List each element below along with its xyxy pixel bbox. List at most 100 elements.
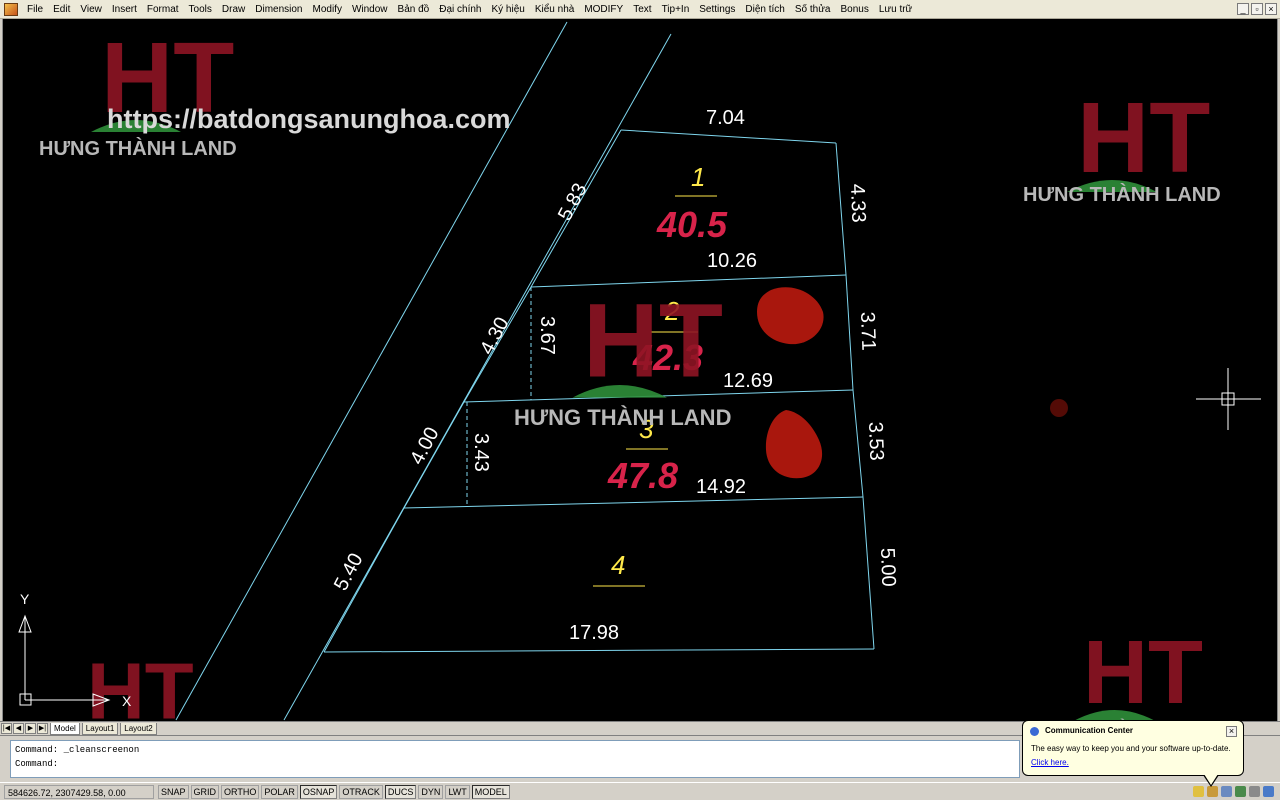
ucs-y-label: Y: [20, 591, 30, 607]
logo-letters: HT: [87, 647, 194, 721]
dim-div-2-3: 12.69: [723, 370, 773, 392]
window-controls: _ ▫ ×: [1237, 3, 1280, 15]
communication-center-balloon: Communication Center × The easy way to k…: [1022, 720, 1244, 787]
menu-item-15[interactable]: Text: [628, 0, 656, 19]
mode-polar-button[interactable]: POLAR: [261, 784, 298, 799]
command-history-line: Command: _cleanscreenon: [15, 745, 140, 755]
dim-right-1: 4.33: [846, 183, 869, 223]
menu-item-20[interactable]: Bonus: [835, 0, 873, 19]
tray-settings-icon[interactable]: [1221, 786, 1232, 797]
menu-item-5[interactable]: Tools: [184, 0, 217, 19]
clean-screen-icon[interactable]: [1235, 786, 1246, 797]
lot-bottom-line: [323, 648, 875, 653]
brand-watermark-topleft: HƯNG THÀNH LAND: [39, 137, 237, 160]
command-prompt-label: Command:: [15, 759, 59, 769]
menu-item-19[interactable]: Số thửa: [790, 0, 836, 19]
status-bar: 584626.72, 2307429.58, 0.00 SNAP GRID ORTH…: [0, 782, 1280, 800]
menu-item-21[interactable]: Lưu trữ: [874, 0, 917, 19]
drawing-canvas[interactable]: 7.04 10.26 12.69 14.92 17.98 5.83 4.30 4…: [2, 19, 1278, 721]
dim-top: 7.04: [706, 107, 745, 129]
lot-top-line: [620, 129, 837, 144]
menu-item-6[interactable]: Draw: [217, 0, 250, 19]
command-box[interactable]: Command: _cleanscreenon Command:: [10, 740, 1020, 778]
logo-watermark-center: HT: [572, 283, 723, 400]
menu-item-8[interactable]: Modify: [308, 0, 347, 19]
tab-layout1[interactable]: Layout1: [81, 722, 119, 735]
ucs-x-label: X: [122, 693, 132, 709]
tab-layout2[interactable]: Layout2: [120, 722, 157, 735]
menu-item-14[interactable]: MODIFY: [579, 0, 628, 19]
lock-icon[interactable]: [1207, 786, 1218, 797]
menu-item-13[interactable]: Kiểu nhà: [530, 0, 579, 19]
menu-item-17[interactable]: Settings: [694, 0, 740, 19]
drafting-mode-buttons: SNAP GRID ORTHO POLAR OSNAP OTRACK DUCS DYN LWT M…: [158, 784, 512, 799]
menu-bar: File Edit View Insert Format Tools Draw Dimensi…: [0, 0, 1280, 19]
menu-item-18[interactable]: Diện tích: [740, 0, 789, 19]
mode-ortho-button[interactable]: ORTHO: [221, 784, 260, 799]
mode-ducs-button[interactable]: DUCS: [384, 784, 417, 799]
balloon-link[interactable]: Click here.: [1031, 758, 1235, 768]
command-input[interactable]: [62, 759, 863, 769]
menu-item-1[interactable]: Edit: [48, 0, 75, 19]
mode-dyn-button[interactable]: DYN: [418, 784, 444, 799]
prev-tab-arrow-icon[interactable]: ◀: [13, 723, 24, 734]
coordinate-readout[interactable]: 584626.72, 2307429.58, 0.00: [4, 784, 154, 799]
menu-item-3[interactable]: Insert: [107, 0, 142, 19]
last-tab-arrow-icon[interactable]: ▶|: [37, 723, 48, 734]
mode-osnap-button[interactable]: OSNAP: [299, 784, 338, 799]
mode-otrack-button[interactable]: OTRACK: [339, 784, 383, 799]
autocad-app-icon[interactable]: [4, 2, 18, 16]
menu-item-4[interactable]: Format: [142, 0, 184, 19]
clean-screen-toggle-icon[interactable]: [1263, 786, 1274, 797]
dim-div-3-4: 14.92: [696, 476, 746, 498]
balloon-tail-inner: [1204, 774, 1218, 785]
brand-watermark-center: HƯNG THÀNH LAND: [514, 405, 731, 430]
communication-center-icon[interactable]: [1193, 786, 1204, 797]
first-tab-arrow-icon[interactable]: |◀: [1, 723, 12, 734]
logo-watermark-bottomright: HT: [1074, 623, 1203, 721]
balloon-close-button[interactable]: ×: [1226, 726, 1237, 737]
menu-item-0[interactable]: File: [22, 0, 48, 19]
menu-items: File Edit View Insert Format Tools Draw Dimensi…: [22, 0, 917, 19]
dim-bottom: 17.98: [569, 622, 619, 644]
mode-snap-button[interactable]: SNAP: [158, 784, 189, 799]
close-button[interactable]: ×: [1265, 3, 1277, 15]
dim-right-4: 5.00: [876, 547, 899, 587]
red-mark-blob: [757, 287, 824, 345]
status-menu-chevron-down-icon[interactable]: [1249, 786, 1260, 797]
brand-watermark-right: HƯNG THÀNH LAND: [1023, 183, 1221, 206]
red-mark-dot: [1050, 399, 1068, 417]
minimize-button[interactable]: _: [1237, 3, 1249, 15]
mode-grid-button[interactable]: GRID: [190, 784, 220, 799]
menu-item-12[interactable]: Ký hiệu: [486, 0, 529, 19]
dim-inner-3: 3.43: [470, 433, 492, 472]
logo-letters: HT: [1083, 623, 1203, 721]
mode-lwt-button[interactable]: LWT: [445, 784, 470, 799]
menu-item-2[interactable]: View: [75, 0, 107, 19]
menu-item-7[interactable]: Dimension: [250, 0, 307, 19]
red-mark-blob: [765, 410, 823, 479]
menu-item-11[interactable]: Đại chính: [434, 0, 486, 19]
next-tab-arrow-icon[interactable]: ▶: [25, 723, 36, 734]
lot-1-area: 40.5: [656, 204, 728, 245]
logo-letters: HT: [583, 283, 723, 400]
restore-button[interactable]: ▫: [1251, 3, 1263, 15]
lot-4-number: 4: [611, 550, 625, 580]
menu-item-9[interactable]: Window: [347, 0, 393, 19]
info-icon: [1030, 727, 1039, 736]
dim-right-2: 3.71: [856, 311, 879, 351]
menu-item-16[interactable]: Tip+In: [657, 0, 695, 19]
status-tray: [1193, 786, 1280, 797]
dim-inner-2: 3.67: [536, 316, 558, 355]
website-watermark: https://batdongsanunghoa.com: [107, 104, 510, 134]
balloon-title: Communication Center: [1045, 726, 1134, 735]
dim-div-1-2: 10.26: [707, 250, 757, 272]
menu-item-10[interactable]: Bản đồ: [393, 0, 435, 19]
lot-3-area: 47.8: [607, 455, 678, 496]
logo-letters: HT: [1077, 82, 1210, 194]
logo-watermark-bottomleft: HT: [87, 647, 194, 721]
dim-right-3: 3.53: [864, 421, 887, 461]
tab-model[interactable]: Model: [50, 722, 80, 735]
dim-left-2: 4.30: [476, 314, 514, 359]
mode-model-button[interactable]: MODEL: [471, 784, 510, 799]
